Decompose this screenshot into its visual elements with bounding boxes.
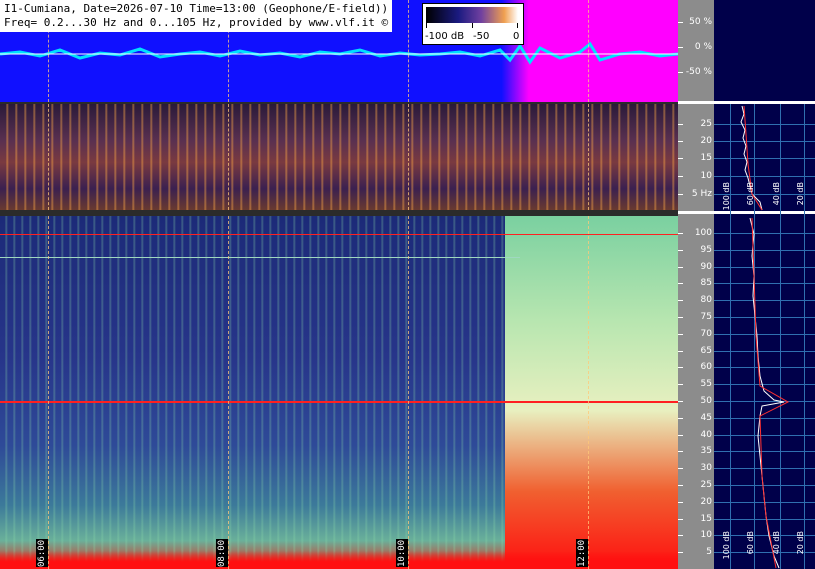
axis-tick	[678, 468, 683, 469]
storm-activity-region	[505, 216, 678, 569]
db-color-scale: -100 dB -50 0	[422, 3, 524, 45]
axis-label-70hz: 70	[700, 329, 712, 339]
time-gridline	[588, 216, 589, 569]
axis-tick	[678, 384, 683, 385]
header-line-1: I1-Cumiana, Date=2026-07-10 Time=13:00 (…	[4, 2, 389, 15]
axis-label-90hz: 90	[700, 262, 712, 272]
axis-label-75hz: 75	[700, 312, 712, 322]
axis-tick	[678, 535, 683, 536]
axis-label-45hz: 45	[700, 413, 712, 423]
side-label-mid-40db: 40 dB	[772, 182, 781, 206]
axis-label-80hz: 80	[700, 295, 712, 305]
axis-label-50hz: 50	[700, 396, 712, 406]
axis-label-5hz: 5	[706, 547, 712, 557]
axis-tick	[678, 502, 683, 503]
axis-label-15hz: 15	[700, 153, 712, 163]
line-100hz	[0, 234, 678, 235]
side-label-bot-20db: 20 dB	[796, 531, 805, 555]
time-label-0800: 08:00	[216, 539, 228, 567]
time-label-0600: 06:00	[36, 539, 48, 567]
axis-tick	[678, 451, 683, 452]
side-label-mid-20db: 20 dB	[796, 182, 805, 206]
time-label-1200: 12:00	[576, 539, 588, 567]
axis-tick	[678, 418, 683, 419]
color-scale-gradient	[426, 7, 518, 23]
axis-label-65hz: 65	[700, 346, 712, 356]
axis-label-5hz: 5 Hz	[691, 189, 712, 199]
axis-tick	[678, 519, 683, 520]
time-label-1000: 10:00	[396, 539, 408, 567]
plot-header: I1-Cumiana, Date=2026-07-10 Time=13:00 (…	[0, 0, 393, 32]
axis-label-0pct: 0 %	[694, 42, 712, 52]
geophone-spectrogram-panel	[0, 104, 678, 210]
axis-label-10hz: 10	[700, 171, 712, 181]
axis-label-85hz: 85	[700, 278, 712, 288]
axis-label-minus50pct: -50 %	[685, 67, 712, 77]
scale-label-max: 0	[513, 31, 520, 42]
spectrum-profile-panel: 100 dB 60 dB 40 dB 20 dB 100 dB 60 dB 40…	[714, 0, 815, 569]
axis-label-30hz: 30	[700, 463, 712, 473]
side-label-bot-40db: 40 dB	[772, 531, 781, 555]
axis-tick	[678, 367, 683, 368]
axis-label-10hz: 10	[700, 530, 712, 540]
axis-label-50pct: 50 %	[689, 17, 712, 27]
side-label-bot-60db: 60 dB	[746, 531, 755, 555]
axis-tick	[678, 435, 683, 436]
time-gridline	[48, 104, 49, 210]
axis-label-20hz: 20	[700, 497, 712, 507]
axis-tick	[678, 552, 683, 553]
time-gridline	[408, 0, 409, 102]
axis-tick	[678, 283, 683, 284]
header-line-2: Freq= 0.2...30 Hz and 0...105 Hz, provid…	[4, 16, 389, 29]
axis-tick	[678, 250, 683, 251]
axis-label-95hz: 95	[700, 245, 712, 255]
time-gridline	[228, 216, 229, 569]
frequency-axis: 50 % 0 % -50 % 25 20 15 10 5 Hz 100 95 90 8…	[678, 0, 714, 569]
side-label-bot-100db: 100 dB	[722, 531, 731, 560]
axis-tick	[678, 334, 683, 335]
profile-trace-efield	[749, 217, 790, 569]
axis-tick	[678, 233, 683, 234]
time-gridline	[228, 104, 229, 210]
line-92hz	[0, 257, 520, 258]
side-label-mid-100db: 100 dB	[722, 182, 731, 211]
axis-label-40hz: 40	[700, 430, 712, 440]
time-gridline	[408, 104, 409, 210]
axis-tick	[678, 267, 683, 268]
axis-tick	[678, 317, 683, 318]
axis-label-25hz: 25	[700, 119, 712, 129]
time-gridline	[588, 104, 589, 210]
waveform-trace	[0, 41, 678, 65]
axis-tick	[678, 351, 683, 352]
axis-label-35hz: 35	[700, 446, 712, 456]
axis-label-55hz: 55	[700, 379, 712, 389]
axis-label-15hz: 15	[700, 514, 712, 524]
scale-label-min: -100 dB	[425, 31, 465, 42]
axis-label-60hz: 60	[700, 362, 712, 372]
side-label-mid-60db: 60 dB	[746, 182, 755, 206]
line-50hz-hum	[0, 401, 678, 403]
axis-tick	[678, 485, 683, 486]
axis-label-25hz: 25	[700, 480, 712, 490]
time-gridline	[48, 216, 49, 569]
time-gridline	[408, 216, 409, 569]
axis-label-100hz: 100	[694, 228, 712, 238]
efield-spectrogram-panel: 06:00 08:00 10:00 12:00	[0, 216, 678, 569]
axis-label-20hz: 20	[700, 136, 712, 146]
scale-label-mid: -50	[473, 31, 490, 42]
time-gridline	[588, 0, 589, 102]
axis-tick	[678, 401, 683, 402]
axis-tick	[678, 300, 683, 301]
